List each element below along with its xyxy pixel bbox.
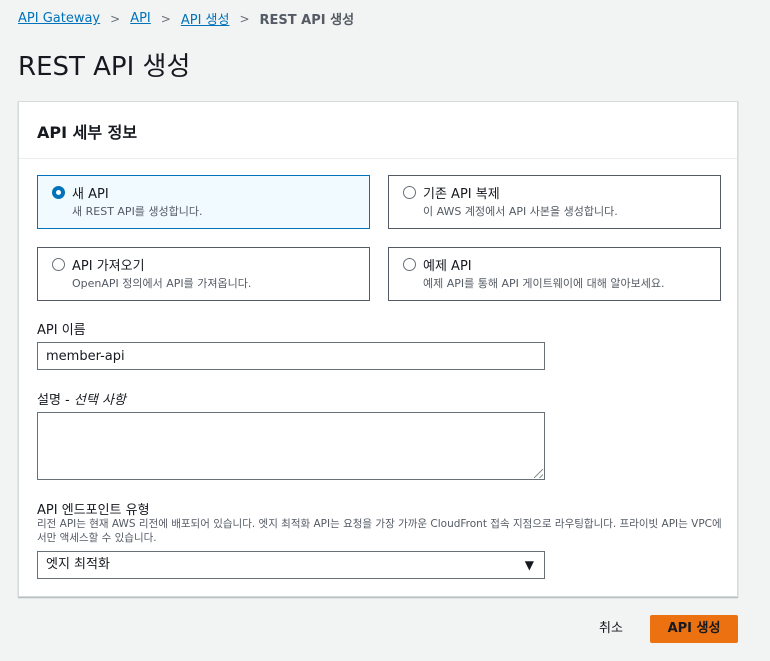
option-label: API 가져오기	[72, 259, 145, 274]
panel-title: API 세부 정보	[37, 123, 138, 142]
option-import-api[interactable]: API 가져오기 OpenAPI 정의에서 API를 가져옵니다.	[37, 247, 370, 301]
endpoint-type-value: 엣지 최적화	[46, 557, 110, 572]
breadcrumb: API Gateway > API > API 생성 > REST API 생성	[18, 9, 354, 28]
panel-header: API 세부 정보	[19, 102, 737, 159]
breadcrumb-create-api[interactable]: API 생성	[181, 9, 230, 28]
endpoint-type-select[interactable]: 엣지 최적화 ▼	[37, 551, 545, 579]
radio-icon[interactable]	[403, 258, 416, 271]
option-description: 이 AWS 계정에서 API 사본을 생성합니다.	[423, 205, 618, 218]
radio-selected-icon[interactable]	[52, 186, 65, 199]
radio-icon[interactable]	[52, 258, 65, 271]
option-description: OpenAPI 정의에서 API를 가져옵니다.	[72, 277, 252, 290]
optional-label: 선택 사항	[73, 393, 126, 408]
cancel-button[interactable]: 취소	[586, 615, 636, 643]
chevron-right-icon: >	[239, 11, 250, 26]
breadcrumb-current: REST API 생성	[259, 13, 355, 28]
caret-down-icon: ▼	[524, 558, 534, 572]
breadcrumb-api-gateway[interactable]: API Gateway	[18, 11, 100, 26]
create-api-button[interactable]: API 생성	[650, 615, 738, 643]
option-label: 기존 API 복제	[423, 187, 500, 202]
resize-handle-icon[interactable]	[534, 469, 543, 478]
description-label-text: 설명	[37, 393, 61, 408]
api-details-panel: API 세부 정보 새 API 새 REST API를 생성합니다. 기존 AP…	[18, 101, 738, 597]
option-example-api[interactable]: 예제 API 예제 API를 통해 API 게이트웨이에 대해 알아보세요.	[388, 247, 721, 301]
option-new-api[interactable]: 새 API 새 REST API를 생성합니다.	[37, 175, 370, 229]
option-label: 새 API	[72, 187, 109, 202]
option-label: 예제 API	[423, 259, 472, 274]
endpoint-type-description: 리전 API는 현재 AWS 리전에 배포되어 있습니다. 엣지 최적화 API…	[37, 518, 722, 544]
chevron-right-icon: >	[110, 11, 121, 26]
api-name-label: API 이름	[37, 323, 86, 338]
radio-icon[interactable]	[403, 186, 416, 199]
chevron-right-icon: >	[160, 11, 171, 26]
endpoint-type-label: API 엔드포인트 유형	[37, 503, 150, 518]
page-title: REST API 생성	[18, 52, 191, 82]
option-description: 새 REST API를 생성합니다.	[72, 205, 203, 218]
description-textarea[interactable]	[37, 412, 545, 480]
api-name-input[interactable]	[37, 342, 545, 370]
option-clone-api[interactable]: 기존 API 복제 이 AWS 계정에서 API 사본을 생성합니다.	[388, 175, 721, 229]
breadcrumb-api[interactable]: API	[130, 11, 151, 26]
description-label: 설명 - 선택 사항	[37, 393, 126, 408]
option-description: 예제 API를 통해 API 게이트웨이에 대해 알아보세요.	[423, 277, 665, 290]
